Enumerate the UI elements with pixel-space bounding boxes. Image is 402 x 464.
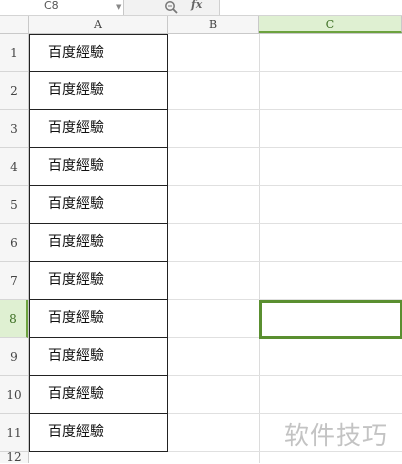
row-header-11[interactable]: 11: [0, 414, 28, 452]
watermark-text: 软件技巧: [284, 421, 389, 450]
row-header-7[interactable]: 7: [0, 262, 28, 300]
active-cell-c8[interactable]: [259, 300, 402, 339]
row-header-12[interactable]: 12: [0, 451, 28, 463]
row-header-4[interactable]: 4: [0, 148, 28, 186]
row-header-8[interactable]: 8: [0, 300, 28, 338]
chevron-down-icon[interactable]: ▼: [116, 2, 121, 13]
column-header-c[interactable]: C: [259, 16, 402, 33]
column-gridline: [259, 34, 260, 463]
select-all-corner[interactable]: [0, 16, 29, 33]
cell-grid[interactable]: 百度經驗 百度經驗 百度經驗 百度經驗 百度經驗 百度經驗 百度經驗 百度經驗 …: [29, 34, 402, 463]
formula-bar: C8 ▼ fx: [0, 0, 402, 16]
cell-a9[interactable]: 百度經驗: [29, 338, 168, 376]
zoom-icon[interactable]: [164, 0, 180, 14]
cell-a5[interactable]: 百度經驗: [29, 186, 168, 224]
name-box-value: C8: [44, 0, 59, 12]
cell-a8[interactable]: 百度經驗: [29, 300, 168, 338]
row-header-2[interactable]: 2: [0, 72, 28, 110]
function-icon[interactable]: fx: [191, 0, 202, 11]
row-header-3[interactable]: 3: [0, 110, 28, 148]
cell-a2[interactable]: 百度經驗: [29, 72, 168, 110]
spreadsheet: C8 ▼ fx A B C 1 2 3 4 5 6 7 8 9 10 11 12…: [0, 0, 402, 463]
row-header-1[interactable]: 1: [0, 34, 28, 72]
row-header-9[interactable]: 9: [0, 338, 28, 376]
cell-a6[interactable]: 百度經驗: [29, 224, 168, 262]
row-header-10[interactable]: 10: [0, 376, 28, 414]
column-header-a[interactable]: A: [29, 16, 168, 33]
name-box[interactable]: C8 ▼: [0, 0, 124, 15]
column-header: A B C: [0, 16, 402, 34]
row-header: 1 2 3 4 5 6 7 8 9 10 11 12: [0, 34, 29, 463]
cell-a10[interactable]: 百度經驗: [29, 376, 168, 414]
cell-a3[interactable]: 百度經驗: [29, 110, 168, 148]
formula-buttons: fx: [124, 0, 220, 15]
formula-input[interactable]: [220, 0, 402, 15]
cell-a1[interactable]: 百度經驗: [29, 34, 168, 72]
row-header-6[interactable]: 6: [0, 224, 28, 262]
cell-a7[interactable]: 百度經驗: [29, 262, 168, 300]
row-header-5[interactable]: 5: [0, 186, 28, 224]
cell-a4[interactable]: 百度經驗: [29, 148, 168, 186]
column-header-b[interactable]: B: [168, 16, 259, 33]
cell-a11[interactable]: 百度經驗: [29, 414, 168, 452]
